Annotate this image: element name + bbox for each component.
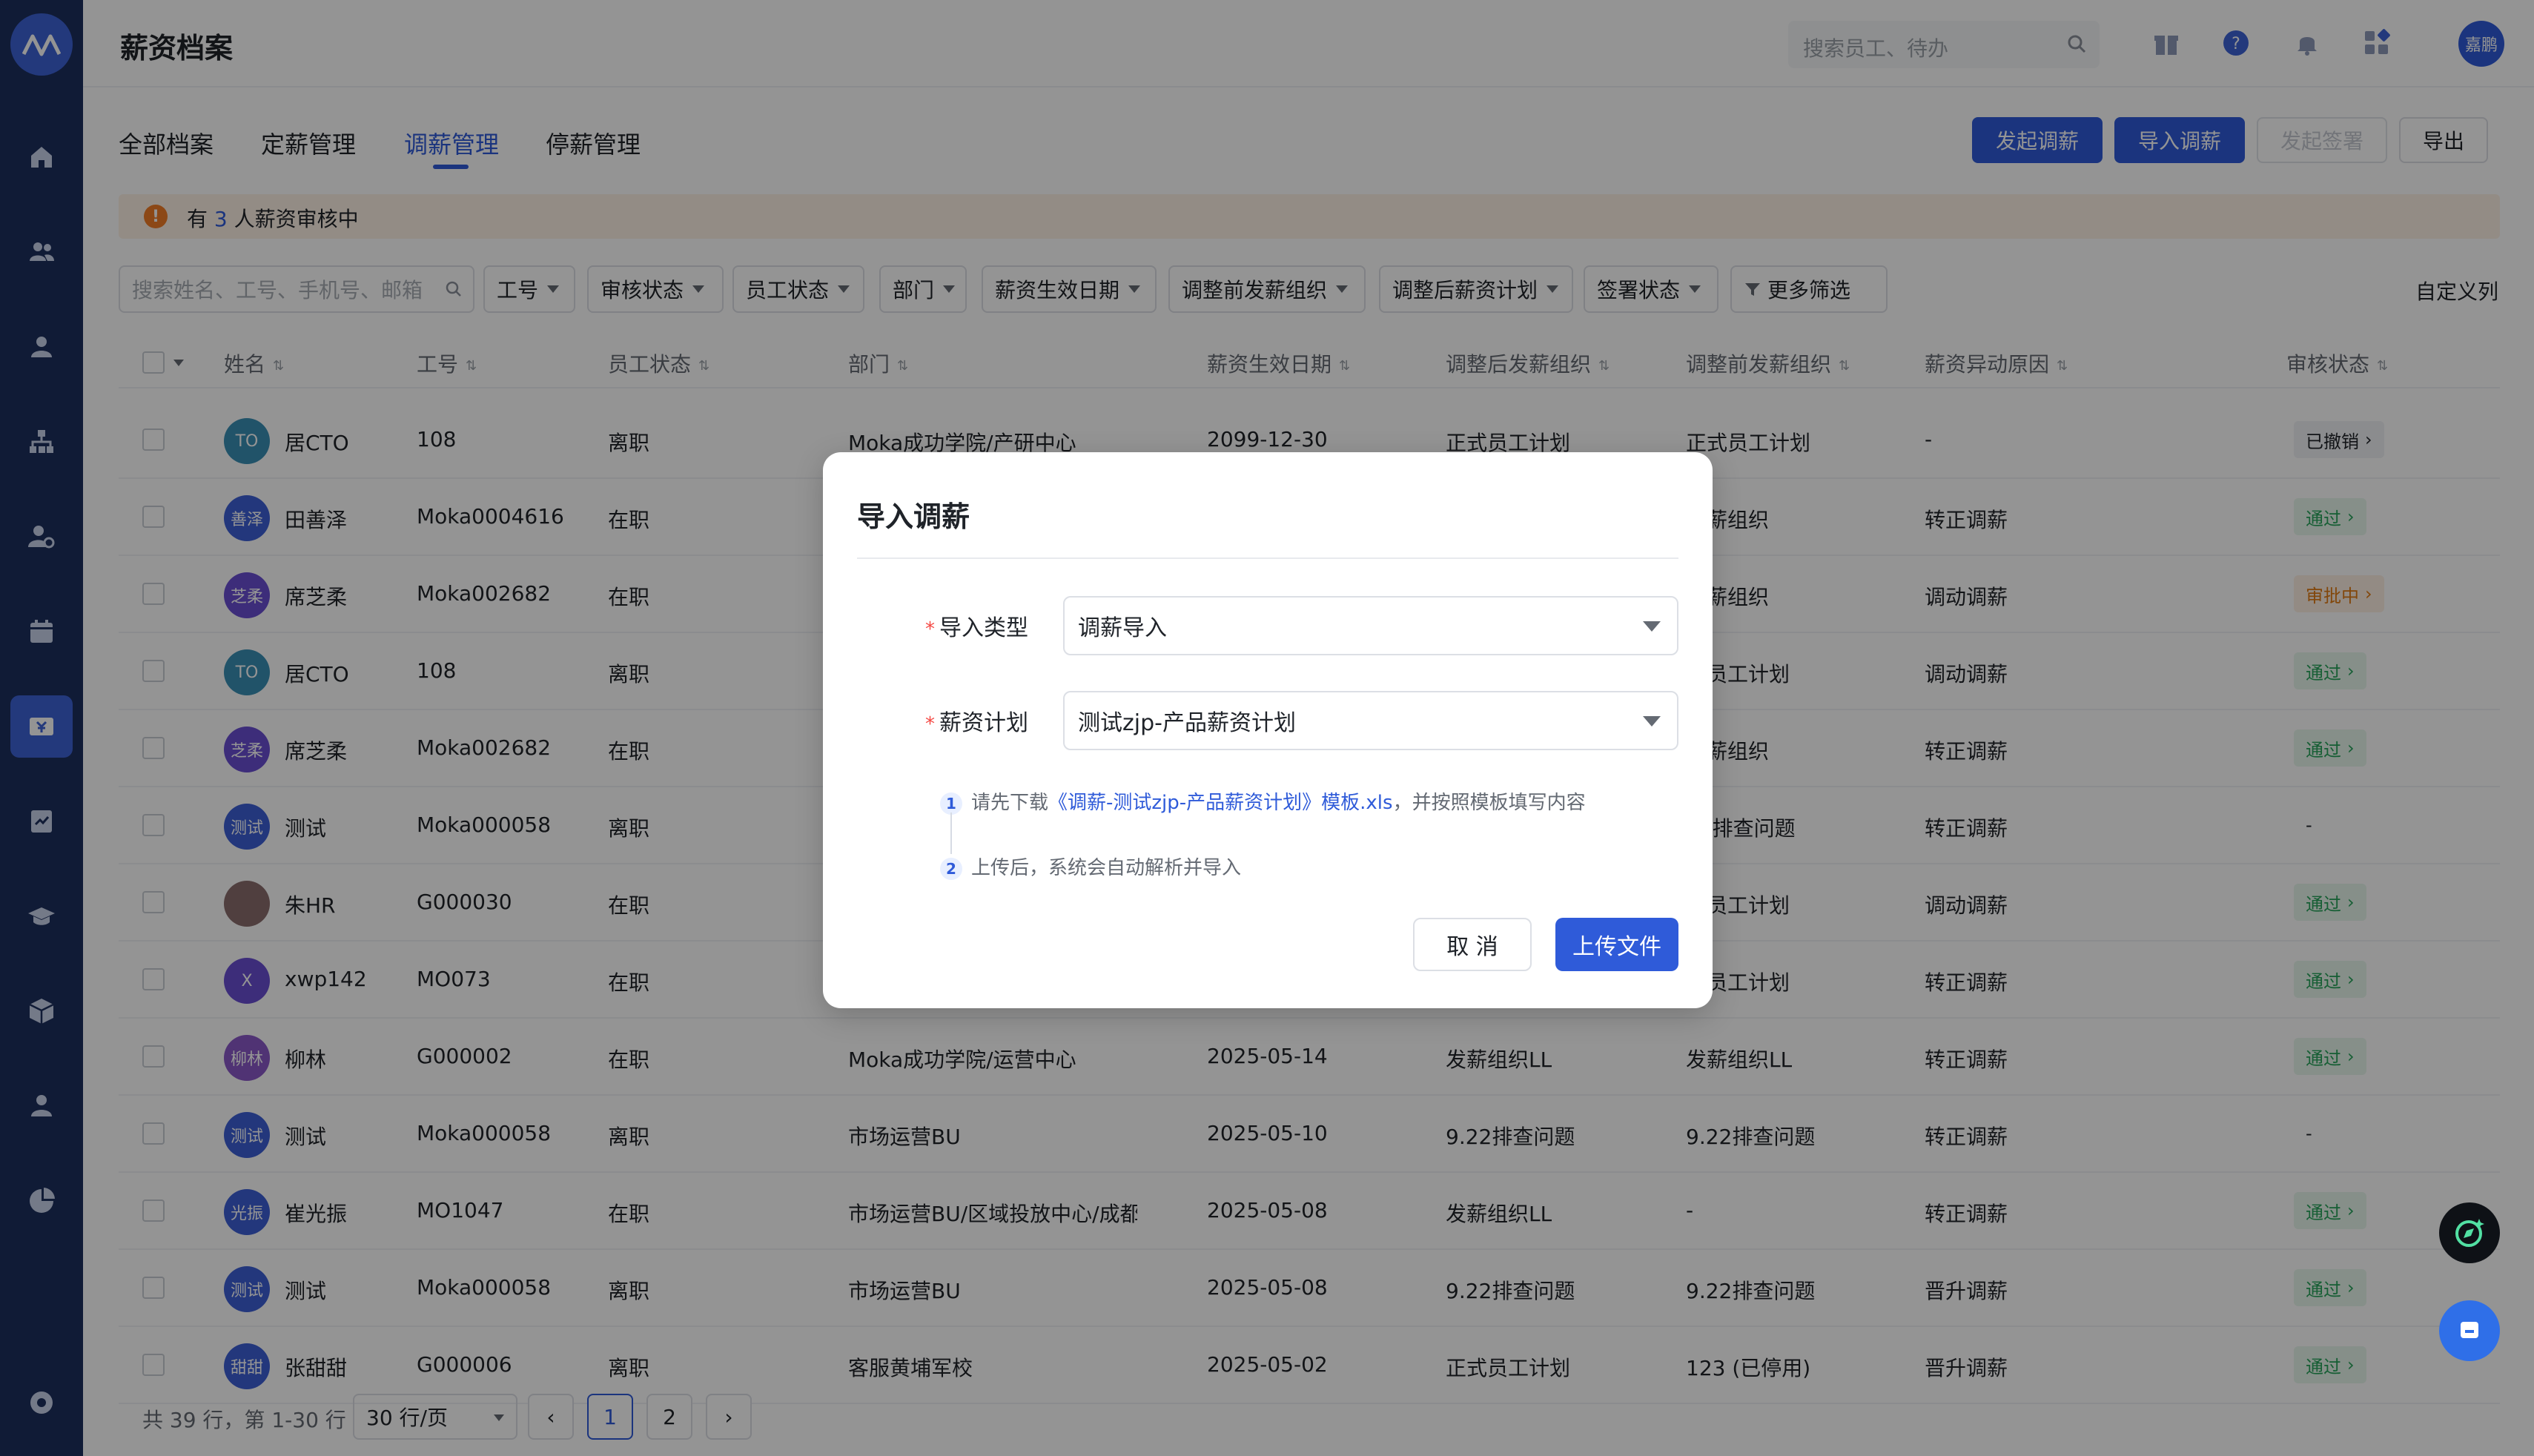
ai-assistant-button[interactable] <box>2439 1202 2500 1263</box>
chat-support-button[interactable] <box>2439 1300 2500 1361</box>
chat-icon <box>2461 1322 2478 1338</box>
chevron-down-icon <box>1643 621 1661 632</box>
divider <box>857 557 1678 559</box>
dialog-title: 导入调薪 <box>857 500 970 533</box>
salary-plan-select[interactable]: 测试zjp-产品薪资计划 <box>1063 691 1678 750</box>
step-upload-parse: 2 上传后，系统会自动解析并导入 <box>940 853 1241 880</box>
import-type-label: * 导入类型 <box>925 615 1028 641</box>
step-connector <box>950 813 952 854</box>
import-adjust-dialog: 导入调薪 * 导入类型 调薪导入 * 薪资计划 测试zjp-产品薪资计划 1 请先下载… <box>823 452 1713 1008</box>
chevron-down-icon <box>1643 716 1661 727</box>
compass-icon <box>2455 1219 2484 1247</box>
template-download-link[interactable]: 《调薪-测试zjp-产品薪资计划》模板.xls <box>1048 792 1393 814</box>
salary-plan-label: * 薪资计划 <box>925 710 1028 736</box>
upload-file-button[interactable]: 上传文件 <box>1555 918 1678 971</box>
step-download-template: 1 请先下载《调薪-测试zjp-产品薪资计划》模板.xls，并按照模板填写内容 <box>940 787 1586 815</box>
cancel-button[interactable]: 取 消 <box>1413 918 1532 971</box>
import-type-select[interactable]: 调薪导入 <box>1063 596 1678 655</box>
